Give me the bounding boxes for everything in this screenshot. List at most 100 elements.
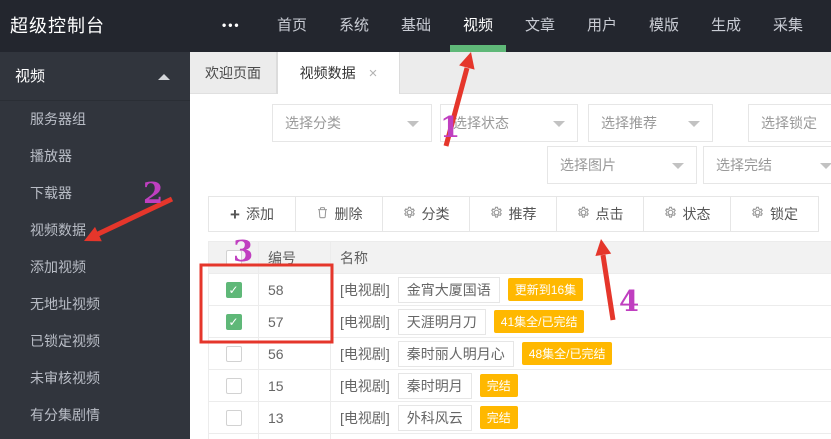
nav-item-template[interactable]: 模版 [633,0,695,52]
lock-button-label: 锁定 [770,206,798,222]
sidebar-item-episode-plot[interactable]: 有分集剧情 [0,397,190,434]
click-button-label: 点击 [595,206,624,222]
table-row: 56 [电视剧] 秦时丽人明月心 48集全/已完结 [209,337,831,370]
row-name-box[interactable]: 金宵大厦国语 [397,276,500,303]
sidebar-item-server-group[interactable]: 服务器组 [0,101,190,138]
row-category: [电视剧] [340,409,390,426]
tab-video-data[interactable]: 视频数据 × [277,52,400,94]
row-number: 58 [259,273,331,306]
status-badge: 41集全/已完结 [493,310,585,333]
row-category: [电视剧] [340,281,390,298]
chevron-down-icon [688,121,700,127]
select-image[interactable]: 选择图片 [547,146,697,184]
sidebar-item-downloader[interactable]: 下载器 [0,175,190,212]
sidebar-item-player[interactable]: 播放器 [0,138,190,175]
video-data-table: 编号 名称 ✓ 58 [电视剧] 金宵大厦国语 更新到16集 ✓ 57 [电视剧… [208,241,831,439]
row-number: 57 [259,305,331,338]
lock-button[interactable]: 锁定 [731,197,818,231]
chevron-down-icon [553,121,565,127]
click-button[interactable]: 点击 [557,197,644,231]
gear-icon [403,197,416,231]
status-badge: 完结 [479,374,518,397]
row-checkbox[interactable] [225,409,242,426]
column-header-name: 名称 [340,249,368,266]
close-icon[interactable]: × [369,65,378,82]
row-name-box[interactable]: 外科风云 [397,404,472,431]
recommend-button[interactable]: 推荐 [470,197,557,231]
sidebar-item-add-video[interactable]: 添加视频 [0,249,190,286]
gear-icon [577,197,590,231]
table-row: 13 [电视剧] 外科风云 完结 [209,401,831,434]
row-category: [电视剧] [340,313,390,330]
status-button[interactable]: 状态 [644,197,731,231]
table-row-partial [209,433,831,439]
chevron-up-icon [158,74,170,80]
status-button-label: 状态 [682,206,711,222]
gear-icon [751,197,764,231]
select-image-value: 选择图片 [560,157,616,173]
nav-item-system[interactable]: 系统 [323,0,385,52]
status-badge: 完结 [479,406,518,429]
nav-item-home[interactable]: 首页 [261,0,323,52]
select-complete-value: 选择完结 [716,157,772,173]
select-recommend-value: 选择推荐 [601,115,657,131]
nav-item-generate[interactable]: 生成 [695,0,757,52]
row-name-box[interactable]: 秦时明月 [397,372,472,399]
row-checkbox[interactable]: ✓ [225,281,242,298]
nav-item-user[interactable]: 用户 [571,0,633,52]
nav-item-video-label: 视频 [462,17,493,34]
row-number: 13 [259,401,331,434]
add-button[interactable]: + 添加 [209,197,296,231]
sidebar-item-no-address-video[interactable]: 无地址视频 [0,286,190,323]
row-checkbox[interactable]: ✓ [225,313,242,330]
top-navigation: 首页 系统 基础 视频 文章 用户 模版 生成 采集 [261,0,819,52]
nav-item-article[interactable]: 文章 [509,0,571,52]
tab-video-data-label: 视频数据 [299,65,356,81]
row-name-box[interactable]: 天涯明月刀 [397,308,486,335]
table-header-row: 编号 名称 [209,241,831,274]
chevron-down-icon [672,163,684,169]
row-number: 15 [259,369,331,402]
row-category: [电视剧] [340,377,390,394]
select-category[interactable]: 选择分类 [272,104,432,142]
more-menu-dots-icon[interactable]: ••• [222,0,241,50]
select-status-value: 选择状态 [453,115,509,131]
sidebar: 视频 服务器组 播放器 下载器 视频数据 添加视频 无地址视频 已锁定视频 未审… [0,52,190,439]
top-header-bar: 超级控制台 ••• 首页 系统 基础 视频 文章 用户 模版 生成 采集 [0,0,831,52]
sidebar-item-locked-video[interactable]: 已锁定视频 [0,323,190,360]
select-recommend[interactable]: 选择推荐 [588,104,713,142]
row-name-box[interactable]: 秦时丽人明月心 [397,340,514,367]
sidebar-group-video[interactable]: 视频 [0,52,190,101]
table-row: ✓ 58 [电视剧] 金宵大厦国语 更新到16集 [209,273,831,306]
app-title: 超级控制台 [10,16,105,36]
table-row: ✓ 57 [电视剧] 天涯明月刀 41集全/已完结 [209,305,831,338]
sidebar-item-video-data[interactable]: 视频数据 [0,212,190,249]
nav-item-basic[interactable]: 基础 [385,0,447,52]
plus-icon: + [230,204,240,224]
sidebar-item-unreviewed-video[interactable]: 未审核视频 [0,360,190,397]
select-lock[interactable]: 选择锁定 [748,104,831,142]
table-toolbar: + 添加 删除 分类 推荐 点击 状态 锁定 [208,196,819,232]
row-number: 56 [259,337,331,370]
category-button[interactable]: 分类 [383,197,470,231]
select-category-value: 选择分类 [285,115,341,131]
row-checkbox[interactable] [225,377,242,394]
category-button-label: 分类 [421,206,450,222]
select-status[interactable]: 选择状态 [440,104,578,142]
nav-item-video[interactable]: 视频 [447,0,509,52]
tab-welcome-page[interactable]: 欢迎页面 [190,52,277,94]
trash-icon [316,197,329,231]
row-checkbox[interactable] [225,345,242,362]
status-badge: 更新到16集 [507,278,584,301]
status-badge: 48集全/已完结 [521,342,613,365]
gear-icon [664,197,677,231]
row-category: [电视剧] [340,345,390,362]
add-button-label: 添加 [245,206,274,222]
delete-button[interactable]: 删除 [296,197,383,231]
nav-item-collect[interactable]: 采集 [757,0,819,52]
tab-strip: 欢迎页面 视频数据 × [190,52,831,94]
select-all-checkbox[interactable] [225,249,242,266]
select-complete[interactable]: 选择完结 [703,146,831,184]
delete-button-label: 删除 [334,206,363,222]
sidebar-group-label: 视频 [15,68,46,85]
